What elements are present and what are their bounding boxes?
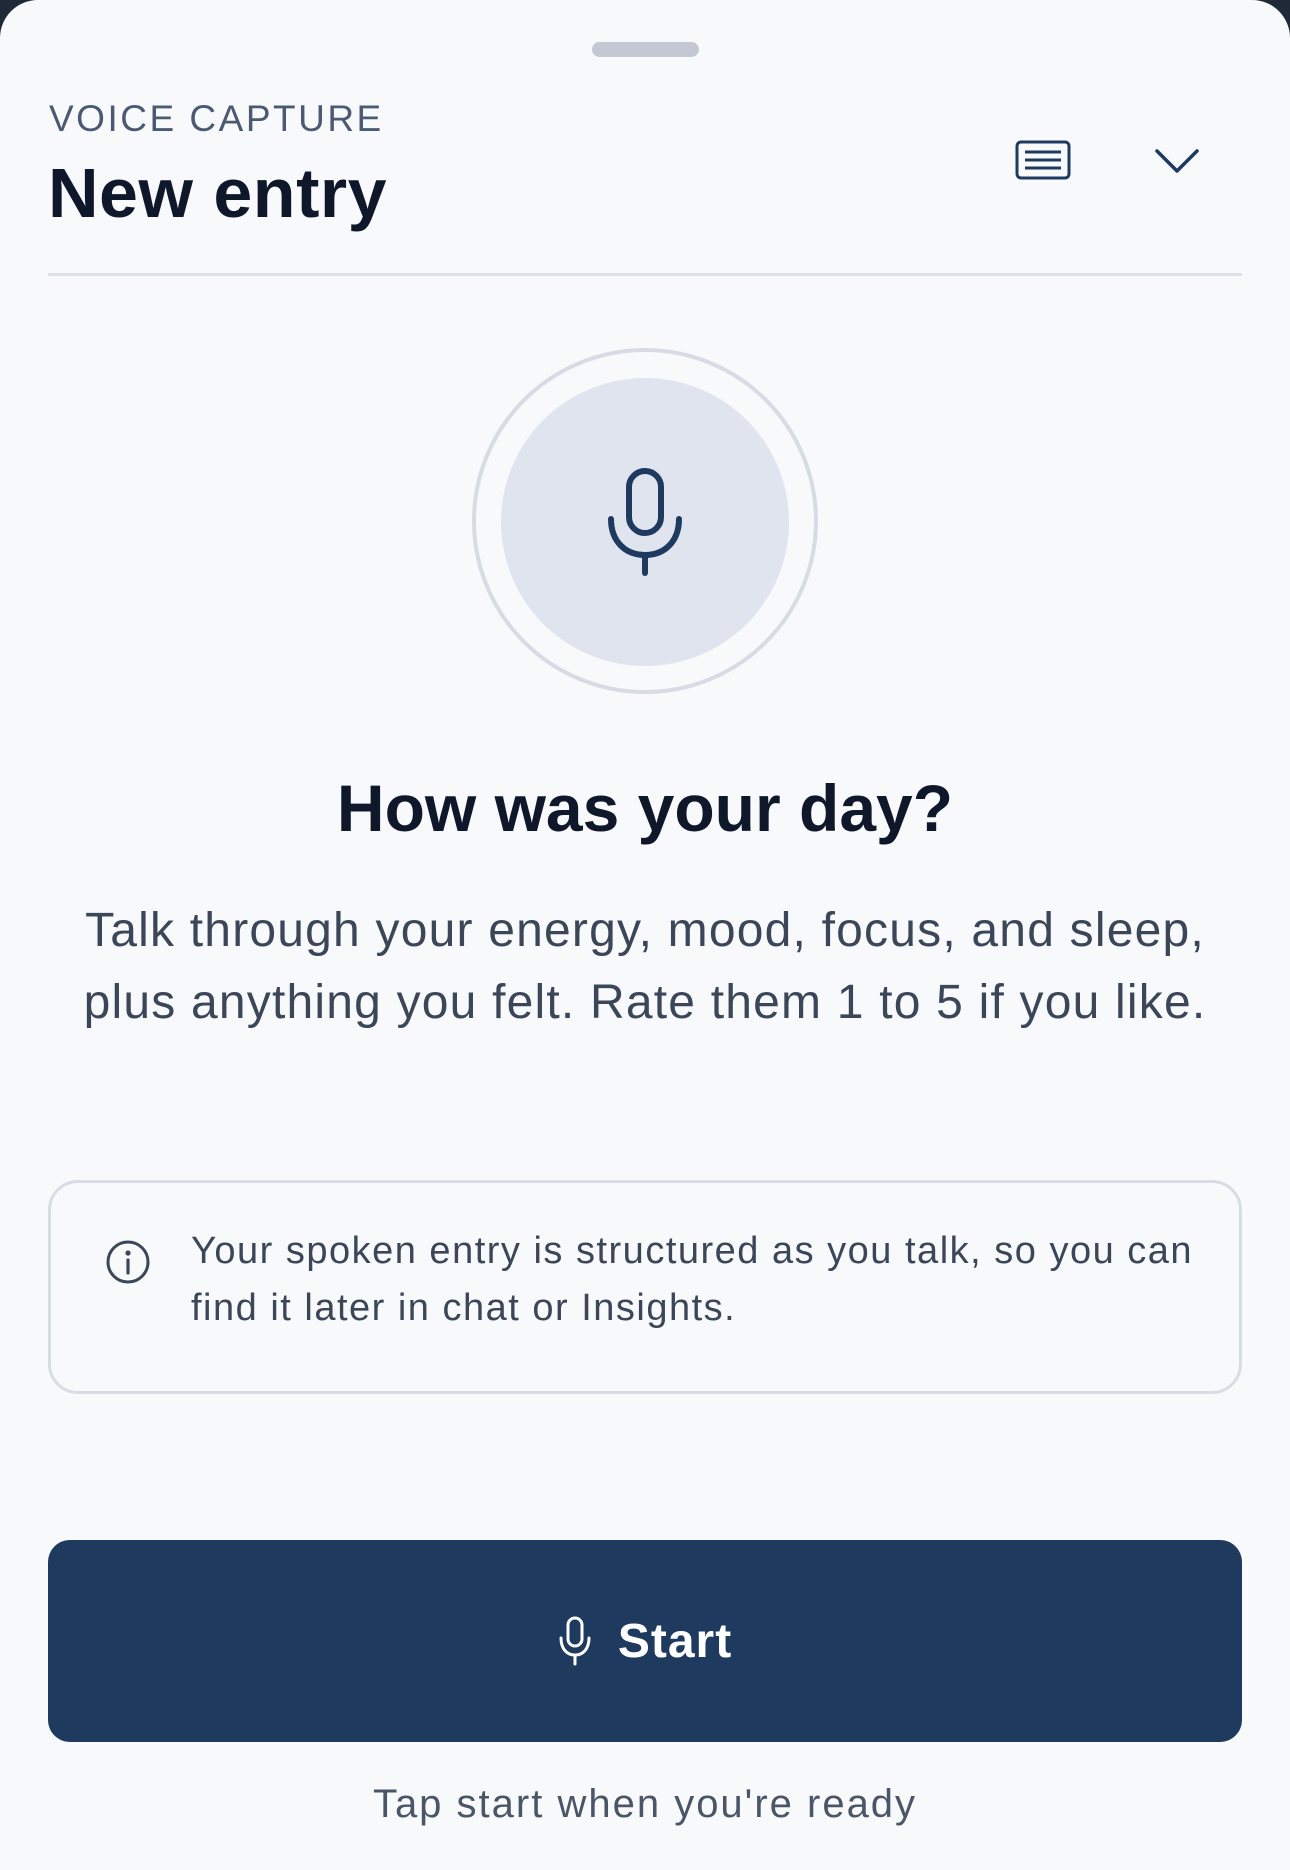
info-card: Your spoken entry is structured as you t… (48, 1180, 1242, 1394)
sheet-eyebrow: VOICE CAPTURE (49, 98, 384, 139)
drag-handle[interactable] (592, 42, 699, 57)
prompt-question: How was your day? (336, 771, 954, 845)
start-button[interactable]: Start (48, 1540, 1242, 1742)
voice-capture-sheet: VOICE CAPTURE New entry How was your day… (0, 0, 1290, 1870)
page-title: New entry (48, 154, 388, 232)
collapse-button[interactable] (1132, 115, 1222, 205)
chevron-down-icon (1155, 149, 1199, 173)
keyboard-icon (1015, 140, 1071, 180)
microphone-icon (559, 1616, 591, 1666)
info-text: Your spoken entry is structured as you t… (191, 1230, 1194, 1329)
info-icon (106, 1240, 150, 1284)
header-divider (48, 273, 1242, 276)
record-mic-button[interactable] (501, 378, 789, 666)
start-hint: Tap start when you're ready (372, 1782, 918, 1826)
keyboard-button[interactable] (998, 115, 1088, 205)
microphone-icon (608, 468, 682, 576)
start-button-label: Start (617, 1614, 733, 1668)
prompt-description: Talk through your energy, mood, focus, a… (83, 904, 1207, 1029)
